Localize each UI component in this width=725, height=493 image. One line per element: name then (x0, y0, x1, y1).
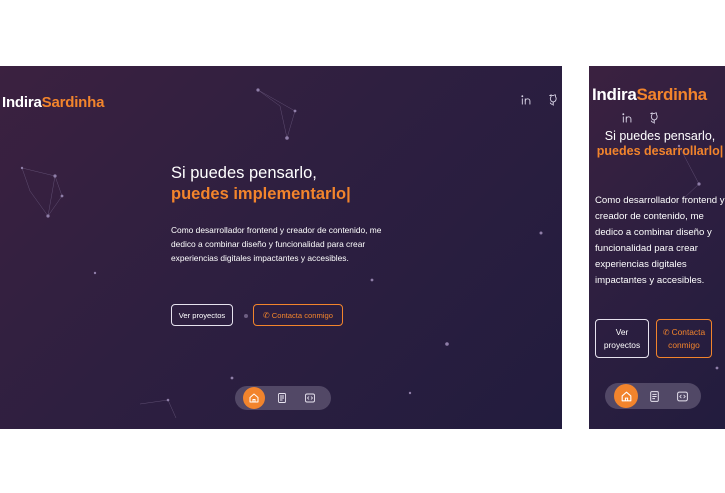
hero-title-line: Si puedes pensarlo, (171, 164, 317, 182)
nav-projects-button[interactable] (301, 389, 319, 407)
hero-title: Si puedes pensarlo, puedes implementarlo… (171, 163, 531, 205)
brand-first: Indira (2, 94, 42, 111)
hero-description: Como desarrollador frontend y creador de… (595, 195, 725, 286)
hero-title-line: Si puedes pensarlo, (604, 129, 716, 143)
home-icon (248, 392, 260, 404)
brand-second: Sardinha (636, 85, 708, 104)
github-icon[interactable] (548, 93, 562, 107)
brand-logo[interactable]: IndiraSardinha (592, 85, 707, 105)
nav-resume-button[interactable] (645, 387, 663, 405)
brand-first: Indira (592, 85, 637, 104)
code-icon (304, 392, 316, 404)
home-icon (620, 390, 633, 403)
button-separator-dot (244, 314, 248, 318)
mobile-preview: IndiraSardinha Si puedes pensarlo, puede… (589, 66, 725, 429)
view-projects-button[interactable]: Ver proyectos (595, 319, 649, 358)
view-projects-label: Ver proyectos (603, 326, 641, 350)
social-links (621, 111, 663, 125)
brand-logo[interactable]: IndiraSardinha (2, 94, 104, 111)
contact-label: Contacta conmigo (271, 310, 333, 320)
view-projects-button[interactable]: Ver proyectos (171, 304, 233, 326)
social-links (520, 93, 562, 107)
nav-home-button[interactable] (243, 387, 265, 409)
whatsapp-icon: ✆ (662, 327, 670, 337)
hero-title-accent: puedes implementarlo| (171, 185, 351, 203)
nav-home-button[interactable] (614, 384, 638, 408)
hero-description: Como desarrollador frontend y creador de… (171, 225, 382, 263)
bottom-navbar (235, 386, 331, 410)
linkedin-icon[interactable] (520, 93, 534, 107)
nav-resume-button[interactable] (273, 389, 291, 407)
document-icon (276, 392, 288, 404)
brand-second: Sardinha (41, 94, 105, 111)
hero-title: Si puedes pensarlo, puedes desarrollarlo… (595, 129, 725, 159)
hero-title-accent: puedes desarrollarlo| (596, 144, 724, 158)
contact-label: Contacta conmigo (668, 326, 706, 350)
contact-button[interactable]: ✆ Contacta conmigo (253, 304, 343, 326)
whatsapp-icon: ✆ (263, 310, 270, 320)
code-icon (676, 390, 689, 403)
view-projects-label: Ver proyectos (178, 310, 226, 320)
nav-projects-button[interactable] (673, 387, 691, 405)
bottom-navbar (605, 383, 701, 409)
desktop-preview: IndiraSardinha Si puedes pensarlo, puede… (0, 66, 562, 429)
document-icon (648, 390, 661, 403)
github-icon[interactable] (649, 111, 663, 125)
contact-button[interactable]: ✆ Contacta conmigo (656, 319, 712, 358)
linkedin-icon[interactable] (621, 111, 635, 125)
